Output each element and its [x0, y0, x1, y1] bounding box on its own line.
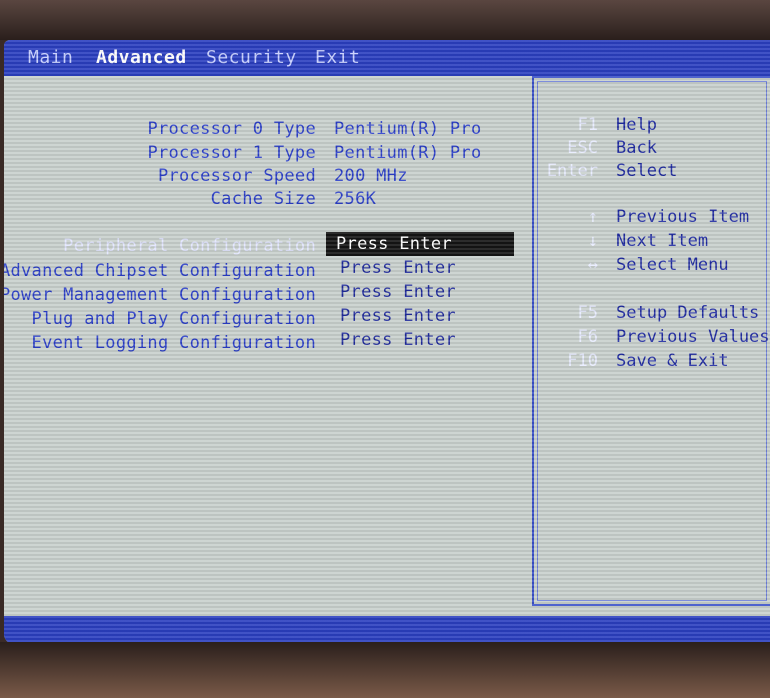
- tab-advanced[interactable]: Advanced: [96, 46, 187, 70]
- key-esc: ESC: [567, 138, 598, 158]
- key-f5-desc: Setup Defaults: [616, 303, 760, 323]
- arrow-left-right-icon: ↔: [587, 255, 598, 275]
- event-logging-configuration-label[interactable]: Event Logging Configuration: [32, 332, 316, 354]
- advanced-chipset-configuration-press-enter[interactable]: Press Enter: [334, 257, 456, 279]
- tab-exit[interactable]: Exit: [315, 46, 360, 70]
- key-f10-desc: Save & Exit: [616, 351, 729, 371]
- key-down-desc: Next Item: [616, 231, 709, 251]
- arrow-down-icon: ↓: [587, 231, 598, 251]
- key-left-right-desc: Select Menu: [616, 255, 729, 275]
- processor-speed-label: Processor Speed: [157, 166, 316, 186]
- cache-size-label: Cache Size: [210, 189, 316, 209]
- plug-and-play-configuration-label[interactable]: Plug and Play Configuration: [32, 308, 316, 330]
- key-f10: F10: [567, 351, 598, 371]
- key-help-panel: F1 Help ESC Back Enter Select ↑ Previous…: [532, 76, 770, 606]
- processor-0-type-label: Processor 0 Type: [147, 119, 316, 139]
- menu-bar: Main Advanced Security Exit: [4, 40, 770, 76]
- processor-speed-value: 200 MHz: [334, 166, 408, 186]
- status-bar: [4, 616, 770, 644]
- key-up-desc: Previous Item: [616, 207, 750, 227]
- power-management-configuration-label[interactable]: Power Management Configuration: [4, 284, 316, 306]
- key-f6: F6: [577, 327, 598, 347]
- key-esc-desc: Back: [616, 138, 657, 158]
- peripheral-configuration-press-enter[interactable]: Press Enter: [326, 232, 514, 256]
- key-f5: F5: [577, 303, 598, 323]
- plug-and-play-configuration-press-enter[interactable]: Press Enter: [334, 305, 456, 327]
- key-f1-desc: Help: [616, 115, 657, 135]
- processor-1-type-value: Pentium(R) Pro: [334, 143, 482, 163]
- bios-screen: Main Advanced Security Exit Processor 0 …: [4, 40, 770, 644]
- event-logging-configuration-press-enter[interactable]: Press Enter: [334, 329, 456, 351]
- key-f1: F1: [577, 115, 598, 135]
- tab-main[interactable]: Main: [28, 46, 73, 70]
- peripheral-configuration-label[interactable]: Peripheral Configuration: [63, 235, 316, 257]
- key-enter: Enter: [546, 161, 598, 181]
- processor-1-type-label: Processor 1 Type: [147, 143, 316, 163]
- key-enter-desc: Select: [616, 161, 678, 181]
- monitor-bezel-bottom: [0, 642, 770, 698]
- tab-security[interactable]: Security: [206, 46, 297, 70]
- power-management-configuration-press-enter[interactable]: Press Enter: [334, 281, 456, 303]
- processor-0-type-value: Pentium(R) Pro: [334, 119, 482, 139]
- arrow-up-icon: ↑: [587, 207, 598, 227]
- monitor-bezel-top: [0, 0, 770, 40]
- cache-size-value: 256K: [334, 189, 377, 209]
- advanced-chipset-configuration-label[interactable]: Advanced Chipset Configuration: [4, 260, 316, 282]
- key-f6-desc: Previous Values: [616, 327, 770, 347]
